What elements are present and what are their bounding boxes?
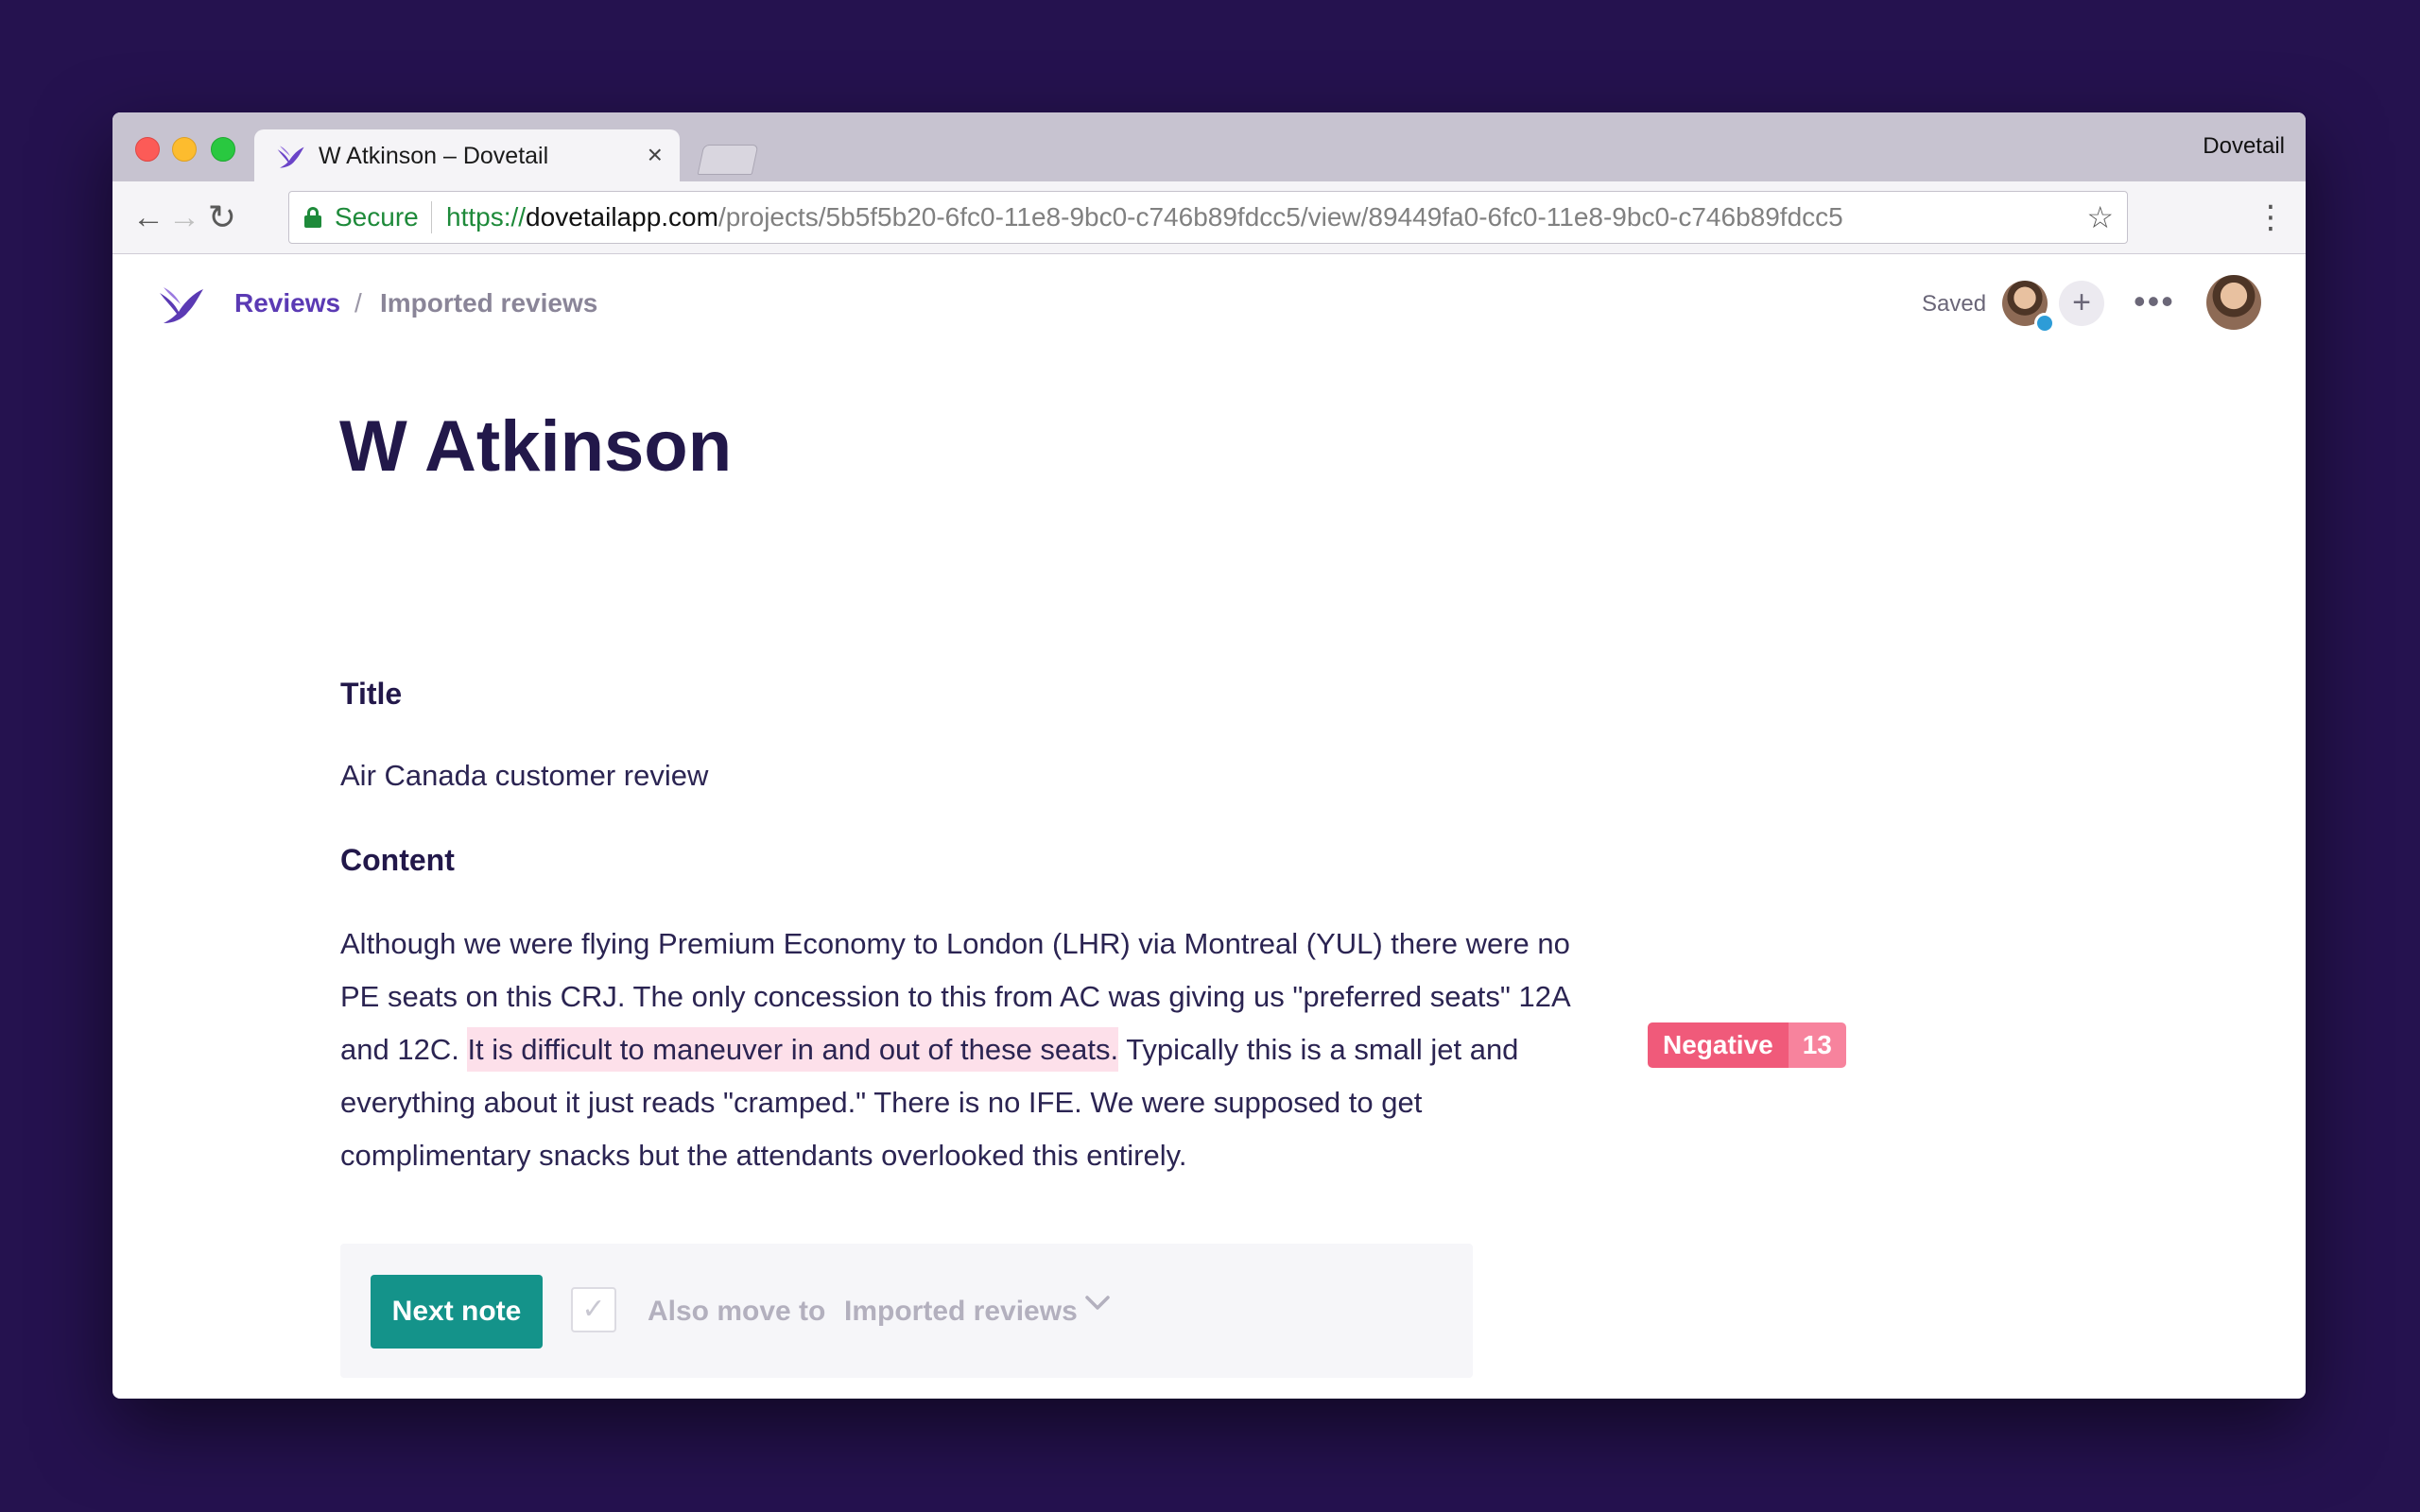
also-move-label: Also move to	[648, 1296, 826, 1327]
browser-menu-icon[interactable]: ⋮	[2255, 198, 2287, 236]
url-text[interactable]: https://dovetailapp.com/projects/5b5f5b2…	[446, 202, 1843, 232]
address-bar[interactable]: Secure https://dovetailapp.com/projects/…	[288, 191, 2128, 244]
browser-toolbar: ← → ↻ Secure https://dovetailapp.com/pro…	[112, 181, 2306, 254]
more-options-icon[interactable]: •••	[2134, 283, 2175, 320]
address-separator	[431, 201, 432, 233]
url-host: dovetailapp.com	[526, 202, 718, 232]
maximize-window-button[interactable]	[211, 137, 235, 162]
forward-arrow-icon[interactable]: →	[165, 198, 203, 236]
reload-icon[interactable]: ↻	[203, 198, 241, 236]
title-field-value[interactable]: Air Canada customer review	[340, 759, 708, 793]
next-note-button[interactable]: Next note	[371, 1275, 543, 1349]
browser-profile-name[interactable]: Dovetail	[2203, 133, 2285, 160]
url-path: /projects/5b5f5b20-6fc0-11e8-9bc0-c746b8…	[717, 202, 1843, 232]
breadcrumb-imported-reviews-link[interactable]: Imported reviews	[380, 288, 597, 318]
browser-window: W Atkinson – Dovetail × Dovetail ← → ↻ S…	[112, 112, 2306, 1399]
negative-tag[interactable]: Negative 13	[1648, 1022, 1846, 1068]
note-footer-bar: Next note ✓ Also move to Imported review…	[340, 1244, 1473, 1378]
user-avatar[interactable]	[2206, 275, 2261, 330]
also-move-checkbox[interactable]: ✓	[571, 1287, 616, 1332]
secure-label: Secure	[335, 202, 419, 232]
content-field-label: Content	[340, 843, 455, 877]
url-scheme: https://	[446, 202, 527, 232]
title-field-label: Title	[340, 677, 403, 711]
tab-title: W Atkinson – Dovetail	[319, 143, 549, 169]
highlighted-text[interactable]: It is difficult to maneuver in and out o…	[467, 1027, 1119, 1072]
lock-icon	[304, 207, 321, 228]
breadcrumb-reviews-link[interactable]: Reviews	[234, 288, 340, 318]
dovetail-favicon-icon	[277, 146, 304, 168]
save-status: Saved	[1922, 291, 1987, 317]
close-window-button[interactable]	[135, 137, 160, 162]
note-title[interactable]: W Atkinson	[339, 405, 732, 488]
tab-close-icon[interactable]: ×	[648, 139, 663, 171]
bookmark-star-icon[interactable]: ☆	[2086, 199, 2114, 235]
tag-name: Negative	[1648, 1022, 1789, 1068]
new-tab-button[interactable]	[697, 145, 759, 175]
online-status-dot	[2034, 313, 2055, 334]
browser-tab-active[interactable]: W Atkinson – Dovetail ×	[254, 129, 680, 182]
content-field-value[interactable]: Although we were flying Premium Economy …	[340, 918, 1598, 1182]
minimize-window-button[interactable]	[172, 137, 197, 162]
add-collaborator-button[interactable]: +	[2059, 281, 2104, 326]
destination-select[interactable]: Imported reviews	[844, 1296, 1078, 1328]
tab-bar: W Atkinson – Dovetail × Dovetail	[112, 112, 2306, 182]
dovetail-logo-icon[interactable]	[156, 284, 205, 327]
tag-count: 13	[1788, 1022, 1846, 1068]
chevron-down-icon[interactable]	[1083, 1289, 1112, 1317]
breadcrumb-separator: /	[354, 288, 362, 318]
back-arrow-icon[interactable]: ←	[130, 198, 167, 236]
